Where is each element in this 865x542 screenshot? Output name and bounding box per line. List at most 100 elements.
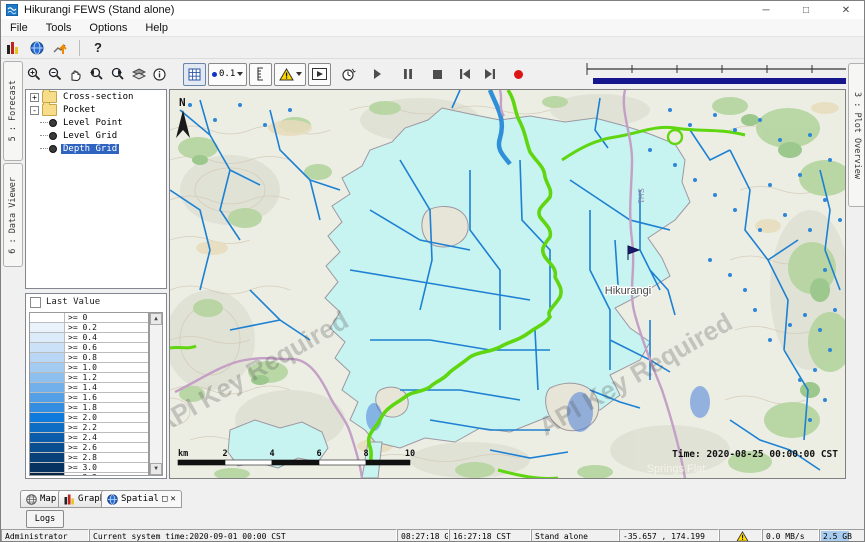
legend-row[interactable]: >= 3.2 — [30, 473, 148, 476]
close-button[interactable]: ✕ — [826, 1, 865, 19]
dock-tab-bar: Map Graph Spatial □ ✕ — [1, 479, 865, 508]
play-button[interactable] — [367, 64, 388, 85]
tab-data-viewer[interactable]: 6 : Data Viewer — [3, 163, 23, 267]
legend-row[interactable]: >= 3.0 — [30, 463, 148, 473]
tree-node-cross-section[interactable]: + Cross-section — [30, 91, 166, 103]
legend-row[interactable]: >= 2.6 — [30, 443, 148, 453]
zoom-in-button[interactable] — [23, 64, 44, 85]
record-button[interactable] — [508, 64, 529, 85]
logs-button[interactable]: Logs — [26, 510, 64, 528]
chart-arrow-icon — [53, 41, 69, 55]
contour-dot-icon — [212, 72, 217, 77]
legend-row[interactable]: >= 2.0 — [30, 413, 148, 423]
stop-button[interactable] — [427, 64, 448, 85]
animation-window-button[interactable] — [308, 63, 331, 86]
zoom-next-button[interactable] — [107, 64, 128, 85]
tree-leaf[interactable]: Depth Grid — [40, 143, 166, 155]
last-value-toggle[interactable]: Last Value — [26, 294, 166, 310]
tree-leaf[interactable]: Level Grid — [40, 130, 166, 142]
legend-row[interactable]: >= 0.2 — [30, 323, 148, 333]
status-download-speed: 0.0 MB/s — [762, 529, 819, 542]
dropdown-arrow-icon — [296, 72, 302, 76]
tab-spatial[interactable]: Spatial □ ✕ — [101, 490, 182, 508]
status-warning[interactable] — [719, 529, 762, 542]
legend-swatch — [30, 363, 65, 372]
expander-icon[interactable]: + — [30, 93, 39, 102]
tree-node-pocket[interactable]: - Pocket — [30, 104, 166, 116]
menu-item[interactable]: File — [1, 20, 37, 36]
legend-scrollbar[interactable]: ▲ ▼ — [149, 312, 163, 476]
minimize-button[interactable]: ─ — [746, 1, 786, 19]
legend-row[interactable]: >= 2.4 — [30, 433, 148, 443]
step-to-start-button[interactable] — [454, 64, 475, 85]
profile-button[interactable] — [249, 63, 272, 86]
legend-swatch — [30, 323, 65, 332]
maximize-button[interactable]: □ — [786, 1, 826, 19]
menu-item[interactable]: Tools — [37, 20, 81, 36]
legend-row[interactable]: >= 1.0 — [30, 363, 148, 373]
grid-display-button[interactable] — [183, 63, 206, 86]
tree-leaf[interactable]: Level Point — [40, 117, 166, 129]
map-time-label: Time: 2020-08-25 00:00:00 CST — [672, 449, 838, 460]
legend-row[interactable]: >= 0.8 — [30, 353, 148, 363]
step-to-end-button[interactable] — [479, 64, 500, 85]
contour-value-dropdown[interactable]: 0.1 — [208, 63, 247, 86]
legend-row[interactable]: >= 0.6 — [30, 343, 148, 353]
pan-button[interactable] — [65, 64, 86, 85]
menu-item[interactable]: Help — [136, 20, 177, 36]
pause-button[interactable] — [397, 64, 418, 85]
checkbox-icon[interactable] — [30, 297, 41, 308]
legend-row[interactable]: >= 0 — [30, 313, 148, 323]
map-canvas[interactable]: API Key Required API Key Required Hikura… — [170, 90, 845, 478]
legend-row[interactable]: >= 1.8 — [30, 403, 148, 413]
scroll-down-button[interactable]: ▼ — [150, 463, 162, 475]
zoom-previous-button[interactable] — [86, 64, 107, 85]
globe-icon — [30, 41, 44, 55]
legend-row[interactable]: >= 0.4 — [30, 333, 148, 343]
legend-swatch — [30, 313, 65, 322]
legend-row[interactable]: >= 1.6 — [30, 393, 148, 403]
legend-row[interactable]: >= 2.2 — [30, 423, 148, 433]
legend-swatch — [30, 403, 65, 412]
animation-timing-button[interactable] — [338, 64, 359, 85]
main-toolbar: ? — [1, 37, 865, 59]
data-display-button[interactable] — [1, 38, 25, 58]
scroll-up-button[interactable]: ▲ — [150, 313, 162, 325]
legend-row[interactable]: >= 2.8 — [30, 453, 148, 463]
help-button[interactable]: ? — [86, 38, 110, 58]
panel-close-button[interactable]: ✕ — [170, 494, 175, 504]
tab-plot-overview[interactable]: 3 : Plot Overview — [848, 63, 865, 207]
timeline-slider[interactable] — [585, 61, 865, 87]
tree-connector — [40, 122, 48, 124]
tab-map[interactable]: Map — [20, 490, 62, 508]
status-bar: Administrator Current system time:2020-0… — [1, 529, 865, 542]
warning-threshold-dropdown[interactable] — [274, 63, 306, 86]
svg-text:2: 2 — [222, 449, 227, 459]
legend-row[interactable]: >= 1.4 — [30, 383, 148, 393]
label-sh1: SH1 — [636, 188, 645, 204]
window-title: Hikurangi FEWS (Stand alone) — [24, 4, 174, 16]
blue-globe-icon — [107, 494, 118, 505]
legend-row[interactable]: >= 1.2 — [30, 373, 148, 383]
info-button[interactable] — [149, 64, 170, 85]
menu-item[interactable]: Options — [80, 20, 136, 36]
layers-button[interactable] — [128, 64, 149, 85]
app-logo-icon — [6, 4, 18, 16]
panel-maximize-button[interactable]: □ — [162, 494, 167, 504]
map-display-button[interactable] — [25, 38, 49, 58]
legend-swatch — [30, 413, 65, 422]
map-toolbar: 0.1 — [23, 59, 846, 89]
tab-forecast[interactable]: 5 : Forecast — [3, 61, 23, 161]
toolbar-separator — [79, 40, 80, 56]
status-local-time: 16:27:18 CST — [449, 529, 531, 542]
left-panel: + Cross-section - Pocket Level Point — [23, 89, 169, 479]
warning-icon — [279, 68, 294, 81]
spatial-display-button[interactable] — [49, 38, 73, 58]
legend-list: >= 0 >= 0.2 >= 0.4 >= 0.6 — [29, 312, 149, 476]
status-gmt-time: 08:27:18 GMT — [397, 529, 449, 542]
status-system-time: Current system time:2020-09-01 00:00 CST — [89, 529, 397, 542]
expander-icon[interactable]: - — [30, 106, 39, 115]
legend-swatch — [30, 463, 65, 472]
tree-connector — [40, 148, 48, 150]
zoom-out-button[interactable] — [44, 64, 65, 85]
